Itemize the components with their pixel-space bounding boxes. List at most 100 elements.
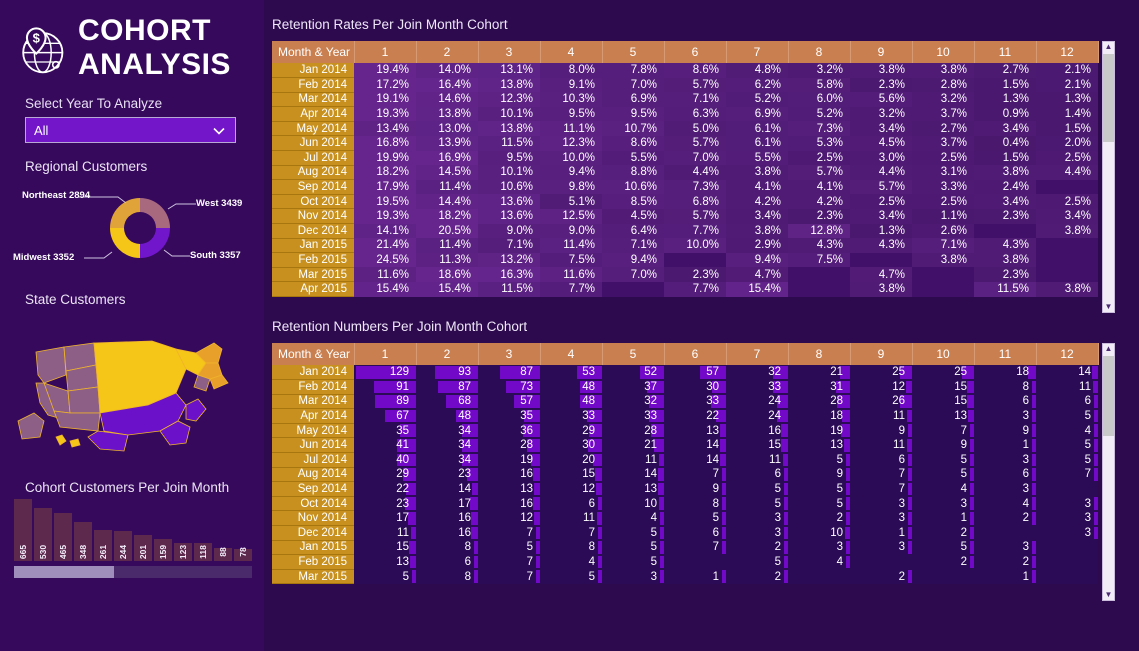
table-row[interactable]: Apr 2014 19.3% 13.8% 10.1% 9.5% 9.5% 6.3% 6.9% 5…: [272, 106, 1098, 122]
table-row[interactable]: Jan 2014 129 93 87 53 52 57 32 21 25 25 18 14: [272, 365, 1098, 381]
column-header-month-3[interactable]: 3: [478, 41, 541, 63]
column-header-month-1[interactable]: 1: [354, 343, 417, 365]
cell-value: 14: [706, 439, 719, 452]
numbers-table-scrollbar[interactable]: ▲ ▼: [1102, 343, 1115, 601]
cell-value: 13.8%: [500, 122, 533, 135]
numbers-table[interactable]: Month & Year 1 2 3 4 5 6 7 8 9 10 11 12 Jan 2014 129 93…: [272, 343, 1099, 585]
state-customers-map[interactable]: [0, 309, 264, 464]
table-cell: 5: [354, 569, 416, 584]
table-cell: 33: [540, 408, 602, 424]
rates-table[interactable]: Month & Year 1 2 3 4 5 6 7 8 9 10 11 12 Jan 2014 19.4%…: [272, 41, 1099, 297]
table-row[interactable]: Sep 2014 17.9% 11.4% 10.6% 9.8% 10.6% 7.3% 4.1%…: [272, 179, 1098, 195]
cell-value: 8.0%: [568, 64, 595, 77]
data-bar: [660, 526, 664, 540]
table-row[interactable]: Sep 2014 22 14 13 12 13 9 5 5 7 4 3: [272, 481, 1098, 497]
table-row[interactable]: Mar 2015 11.6% 18.6% 16.3% 11.6% 7.0% 2.3% 4.7%…: [272, 267, 1098, 283]
cell-value: 13.0%: [438, 122, 471, 135]
column-header-month-11[interactable]: 11: [974, 343, 1037, 365]
cohort-bar-chart-scrollbar[interactable]: [14, 566, 252, 578]
table-row[interactable]: Apr 2015 15.4% 15.4% 11.5% 7.7% 7.7% 15.4% 3.8%…: [272, 281, 1098, 297]
table-row[interactable]: Jan 2015 21.4% 11.4% 7.1% 11.4% 7.1% 10.0% 2.9%…: [272, 238, 1098, 254]
column-header-month-3[interactable]: 3: [478, 343, 541, 365]
column-header-month-10[interactable]: 10: [912, 41, 975, 63]
scrollbar-thumb[interactable]: [14, 566, 114, 578]
table-row[interactable]: Apr 2014 67 48 35 33 33 22 24 18 11 13 3 5: [272, 408, 1098, 424]
table-cell: 2.5%: [850, 194, 912, 209]
chevron-up-icon[interactable]: ▲: [1105, 42, 1113, 52]
table-row[interactable]: Oct 2014 23 17 16 6 10 8 5 5 3 3 4 3: [272, 496, 1098, 512]
table-row[interactable]: Jul 2014 40 34 19 20 11 14 11 5 6 5 3 5: [272, 452, 1098, 468]
column-header-label[interactable]: Month & Year: [272, 343, 355, 365]
regional-customers-donut-chart[interactable]: Northeast 2894 West 3439 Midwest 3352 So…: [0, 176, 264, 276]
table-row[interactable]: May 2014 13.4% 13.0% 13.8% 11.1% 10.7% 5.0% 6.1…: [272, 121, 1098, 137]
table-cell: 13.8%: [478, 121, 540, 136]
cell-value: 37: [644, 380, 657, 393]
table-row[interactable]: Feb 2014 91 87 73 48 37 30 33 31 12 15 8 11: [272, 379, 1098, 395]
table-row[interactable]: Aug 2014 18.2% 14.5% 10.1% 9.4% 8.8% 4.4% 3.8% 5…: [272, 165, 1098, 181]
table-cell: [974, 525, 1036, 541]
table-row[interactable]: Dec 2014 14.1% 20.5% 9.0% 9.0% 6.4% 7.7% 3.8% 12…: [272, 223, 1098, 239]
column-header-month-11[interactable]: 11: [974, 41, 1037, 63]
table-cell: 9: [974, 423, 1036, 438]
table-row[interactable]: Nov 2014 19.3% 18.2% 13.6% 12.5% 4.5% 5.7% 3.4%…: [272, 208, 1098, 225]
year-filter-dropdown[interactable]: All: [25, 117, 236, 143]
chevron-down-icon[interactable]: ▼: [1105, 590, 1113, 600]
chevron-up-icon[interactable]: ▲: [1105, 344, 1113, 354]
column-header-month-1[interactable]: 1: [354, 41, 417, 63]
row-label: May 2014: [272, 423, 354, 439]
data-bar: [1032, 511, 1036, 525]
column-header-month-12[interactable]: 12: [1036, 41, 1099, 63]
bar-item: 88: [214, 547, 232, 561]
column-header-month-5[interactable]: 5: [602, 41, 665, 63]
scrollbar-thumb[interactable]: [1103, 54, 1114, 142]
cohort-bar-chart[interactable]: 665 530 465 348 261 244 201 159 123 118 …: [14, 499, 252, 561]
table-row[interactable]: Jan 2015 15 8 5 8 5 7 2 3 3 5 3: [272, 540, 1098, 556]
rates-table-scrollbar[interactable]: ▲ ▼: [1102, 41, 1115, 313]
table-row[interactable]: Mar 2014 89 68 57 48 32 33 24 28 26 15 6 6: [272, 394, 1098, 410]
column-header-month-9[interactable]: 9: [850, 343, 913, 365]
column-header-month-8[interactable]: 8: [788, 343, 851, 365]
table-row[interactable]: Feb 2015 24.5% 11.3% 13.2% 7.5% 9.4% 9.4% 7.5% 3…: [272, 252, 1098, 268]
column-header-month-4[interactable]: 4: [540, 41, 603, 63]
table-row[interactable]: Aug 2014 29 23 16 15 14 7 6 9 7 5 6 7: [272, 467, 1098, 483]
chevron-down-icon[interactable]: ▼: [1105, 302, 1113, 312]
column-header-label[interactable]: Month & Year: [272, 41, 355, 63]
table-cell: [912, 569, 974, 584]
table-cell: 6: [416, 554, 478, 570]
table-row[interactable]: Jun 2014 41 34 28 30 21 14 15 13 11 9 1 5: [272, 437, 1098, 454]
table-cell: 68: [416, 394, 478, 409]
table-cell: [602, 281, 664, 297]
table-row[interactable]: Feb 2015 13 6 7 4 5 5 4 2 2: [272, 554, 1098, 570]
table-row[interactable]: Jan 2014 19.4% 14.0% 13.1% 8.0% 7.8% 8.6% 4.8% 3…: [272, 63, 1098, 79]
column-header-month-6[interactable]: 6: [664, 343, 727, 365]
scrollbar-thumb[interactable]: [1103, 356, 1114, 436]
column-header-month-2[interactable]: 2: [416, 41, 479, 63]
table-row[interactable]: Nov 2014 17 16 12 11 4 5 3 2 3 1 2 3: [272, 510, 1098, 527]
column-header-month-5[interactable]: 5: [602, 343, 665, 365]
table-row[interactable]: Oct 2014 19.5% 14.4% 13.6% 5.1% 8.5% 6.8% 4.2% 4…: [272, 194, 1098, 210]
column-header-month-2[interactable]: 2: [416, 343, 479, 365]
column-header-month-10[interactable]: 10: [912, 343, 975, 365]
table-row[interactable]: Mar 2015 5 8 7 5 3 1 2 2 1: [272, 569, 1098, 585]
column-header-month-9[interactable]: 9: [850, 41, 913, 63]
column-header-month-7[interactable]: 7: [726, 343, 789, 365]
state-customers-title: State Customers: [25, 292, 126, 307]
table-row[interactable]: Jun 2014 16.8% 13.9% 11.5% 12.3% 8.6% 5.7% 6.1%…: [272, 135, 1098, 152]
table-row[interactable]: Mar 2014 19.1% 14.6% 12.3% 10.3% 6.9% 7.1% 5.2%…: [272, 92, 1098, 108]
table-row[interactable]: Feb 2014 17.2% 16.4% 13.8% 9.1% 7.0% 5.7% 6.2% 5…: [272, 77, 1098, 93]
table-row[interactable]: Jul 2014 19.9% 16.9% 9.5% 10.0% 5.5% 7.0% 5.5% 2…: [272, 150, 1098, 166]
table-row[interactable]: May 2014 35 34 36 29 28 13 16 19 9 7 9 4: [272, 423, 1098, 439]
column-header-month-12[interactable]: 12: [1036, 343, 1099, 365]
column-header-month-4[interactable]: 4: [540, 343, 603, 365]
table-cell: 32: [602, 394, 664, 409]
table-cell: 87: [478, 365, 540, 380]
column-header-month-6[interactable]: 6: [664, 41, 727, 63]
cell-value: 12: [892, 380, 905, 393]
cell-value: 2: [774, 541, 781, 554]
table-row[interactable]: Dec 2014 11 16 7 7 5 6 3 10 1 2 3: [272, 525, 1098, 541]
column-header-month-8[interactable]: 8: [788, 41, 851, 63]
table-cell: 14: [664, 452, 726, 468]
column-header-month-7[interactable]: 7: [726, 41, 789, 63]
table-cell: 8.5%: [602, 194, 664, 209]
table-cell: 33: [726, 379, 788, 395]
